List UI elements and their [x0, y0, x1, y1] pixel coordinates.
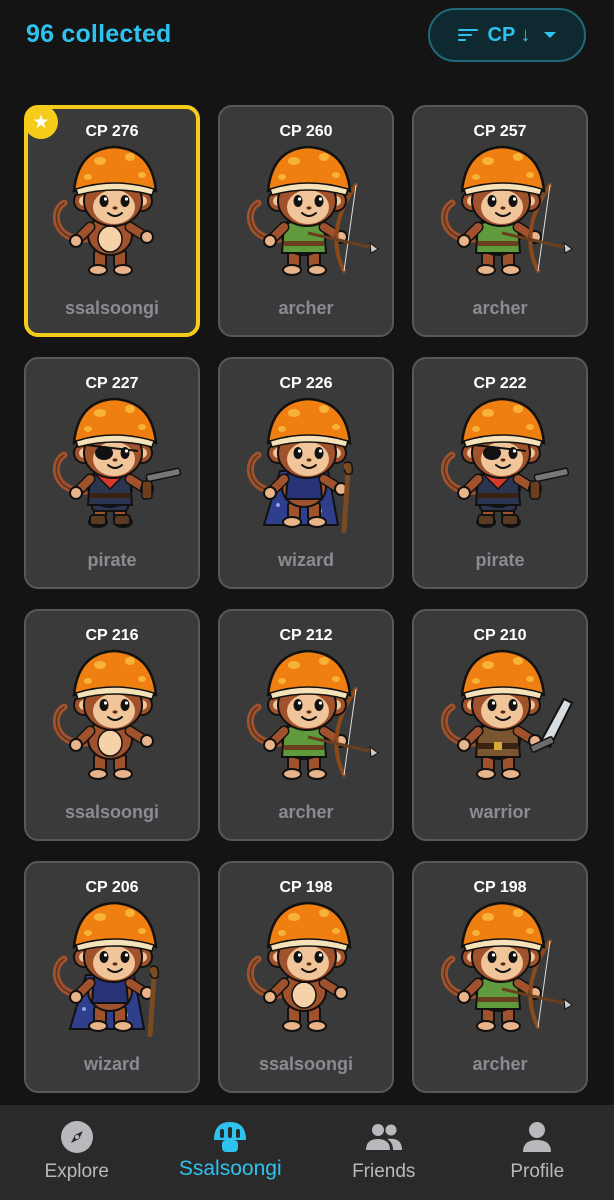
pirate-monkey-icon — [422, 393, 582, 533]
sort-icon — [457, 27, 478, 43]
top-bar: 96 collected CP ↓ — [0, 0, 614, 72]
monkey-card[interactable]: CP 226 wizard — [218, 357, 394, 589]
card-name: archer — [472, 1054, 528, 1074]
compass-icon — [60, 1119, 94, 1155]
cp-value: CP 206 — [85, 879, 139, 896]
card-name: wizard — [277, 550, 334, 570]
cp-value: CP 198 — [473, 879, 527, 896]
card-name: pirate — [475, 550, 525, 570]
archer-monkey-icon — [228, 645, 388, 785]
cp-value: CP 260 — [279, 123, 333, 140]
wizard-monkey-icon — [228, 393, 388, 534]
monkey-card[interactable]: CP 216 ssalsoongi — [24, 609, 200, 841]
cp-value: CP 257 — [473, 123, 527, 140]
card-name: warrior — [469, 802, 531, 822]
card-name: archer — [472, 298, 528, 318]
card-name: pirate — [87, 550, 137, 570]
monkey-card[interactable]: CP 206 wizard — [24, 861, 200, 1093]
nav-label: Friends — [352, 1161, 416, 1182]
cp-value: CP 212 — [279, 627, 333, 644]
monkey-card[interactable]: CP 260 archer — [218, 105, 394, 337]
people-icon — [365, 1119, 403, 1155]
nav-label: Ssalsoongi — [178, 1157, 282, 1180]
monkey-card[interactable]: CP 227 pirate — [24, 357, 200, 589]
ssalsoongi-monkey-icon — [34, 645, 194, 785]
card-name: ssalsoongi — [64, 802, 160, 822]
nav-item-profile[interactable]: Profile — [461, 1105, 614, 1200]
cp-value: CP 210 — [473, 627, 527, 644]
archer-monkey-icon — [228, 141, 388, 281]
mushroom-icon — [211, 1119, 249, 1155]
monkey-card[interactable]: CP 222 pirate — [412, 357, 588, 589]
nav-item-friends[interactable]: Friends — [307, 1105, 461, 1200]
monkey-card[interactable]: CP 198 archer — [412, 861, 588, 1093]
card-name: ssalsoongi — [258, 1054, 354, 1074]
cp-value: CP 276 — [85, 123, 139, 140]
nav-label: Explore — [44, 1161, 109, 1182]
wizard-monkey-icon — [34, 897, 194, 1038]
monkey-card[interactable]: CP 212 archer — [218, 609, 394, 841]
card-name: ssalsoongi — [64, 298, 160, 318]
nav-item-explore[interactable]: Explore — [0, 1105, 154, 1200]
dropdown-arrow-icon — [544, 32, 557, 38]
ssalsoongi-monkey-icon — [228, 897, 388, 1037]
nav-label: Profile — [510, 1161, 565, 1182]
bottom-navigation: Explore Ssalsoongi Friends Profile — [0, 1105, 614, 1200]
ssalsoongi-monkey-icon — [34, 141, 194, 281]
cp-value: CP 227 — [85, 375, 139, 392]
card-name: archer — [278, 298, 334, 318]
monkey-card[interactable]: ★ CP 276 ssalsoongi — [24, 105, 200, 337]
monkey-card[interactable]: CP 257 archer — [412, 105, 588, 337]
collected-count: 96 collected — [26, 20, 172, 48]
cp-value: CP 222 — [473, 375, 527, 392]
monkey-card[interactable]: CP 198 ssalsoongi — [218, 861, 394, 1093]
archer-monkey-icon — [422, 897, 582, 1037]
cp-value: CP 226 — [279, 375, 333, 392]
sort-label: CP ↓ — [487, 23, 531, 46]
card-name: archer — [278, 802, 334, 822]
cp-value: CP 198 — [279, 879, 333, 896]
person-icon — [522, 1119, 552, 1155]
cp-value: CP 216 — [85, 627, 139, 644]
card-name: wizard — [83, 1054, 140, 1074]
pirate-monkey-icon — [34, 393, 194, 533]
nav-item-ssalsoongi[interactable]: Ssalsoongi — [154, 1105, 308, 1200]
archer-monkey-icon — [422, 141, 582, 281]
warrior-monkey-icon — [422, 645, 582, 785]
monkey-card[interactable]: CP 210 warrior — [412, 609, 588, 841]
sort-button[interactable]: CP ↓ — [428, 8, 586, 62]
collection-grid: ★ CP 276 ssalsoongi CP 260 archer CP 257 arche… — [24, 105, 590, 1093]
